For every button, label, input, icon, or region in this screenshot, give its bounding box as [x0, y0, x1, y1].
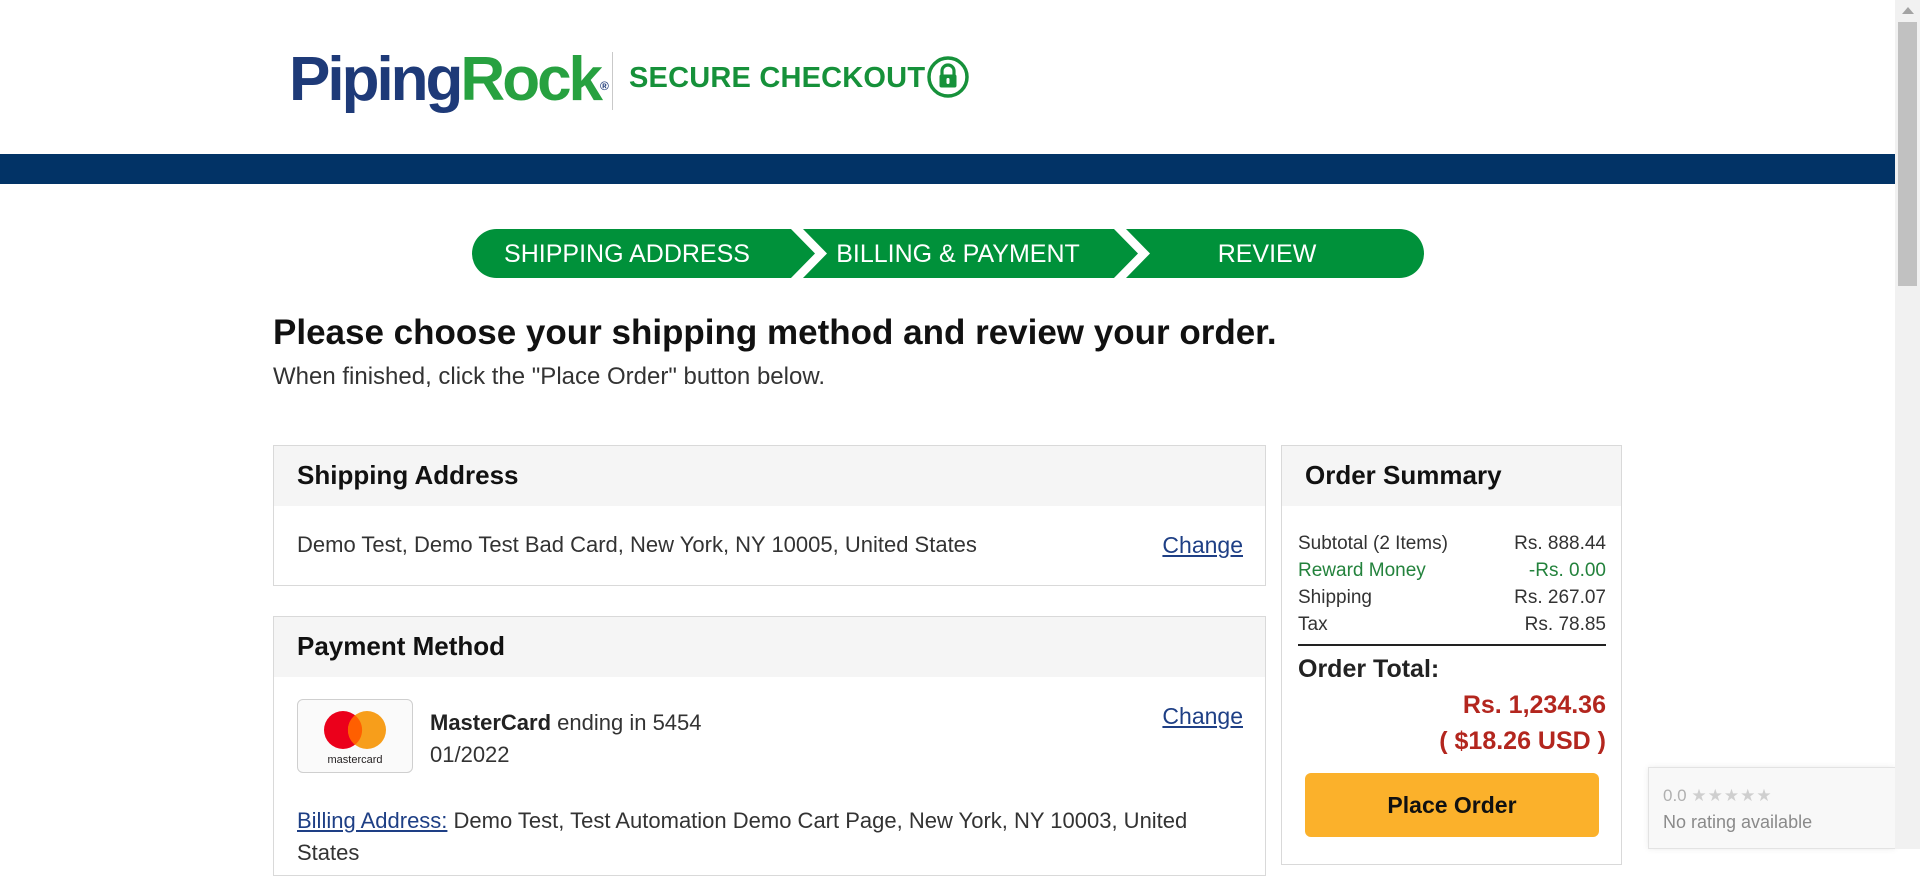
lock-icon: [927, 56, 969, 98]
step-billing-payment: BILLING & PAYMENT: [836, 240, 1080, 268]
page-scrollbar[interactable]: [1895, 0, 1920, 849]
order-total-usd: ( $18.26 USD ): [1439, 727, 1606, 755]
order-summary-heading: Order Summary: [1282, 446, 1621, 506]
summary-value: Rs. 78.85: [1524, 614, 1606, 635]
logo-piping-text: Piping: [289, 45, 463, 114]
page-title: Please choose your shipping method and r…: [273, 313, 1277, 352]
payment-method-card: Payment Method mastercard MasterCard end…: [273, 616, 1266, 876]
page-subtitle: When finished, click the "Place Order" b…: [273, 363, 825, 390]
summary-label: Tax: [1298, 614, 1328, 635]
payment-change-link[interactable]: Change: [1162, 703, 1243, 730]
summary-value: Rs. 267.07: [1514, 587, 1606, 608]
payment-method-heading: Payment Method: [274, 617, 1265, 677]
header-divider: [612, 52, 613, 110]
site-header: PipingRock® SECURE CHECKOUT: [0, 0, 1895, 154]
logo-registered-mark: ®: [600, 79, 609, 93]
rating-status-text: No rating available: [1663, 812, 1813, 832]
billing-address-link[interactable]: Billing Address:: [297, 808, 447, 833]
shipping-change-link[interactable]: Change: [1162, 532, 1243, 559]
star-icon: ★★★★★: [1691, 786, 1773, 805]
header-nav-bar: [0, 154, 1895, 184]
summary-row-reward-money: Reward Money -Rs. 0.00: [1298, 557, 1606, 584]
scrollbar-thumb[interactable]: [1898, 22, 1917, 286]
card-expiry: 01/2022: [430, 742, 510, 767]
card-ending: ending in 5454: [551, 710, 702, 735]
order-total-value: Rs. 1,234.36: [1462, 691, 1606, 719]
summary-value: -Rs. 0.00: [1528, 560, 1606, 581]
summary-label: Subtotal (2 Items): [1298, 533, 1448, 554]
summary-row-shipping: Shipping Rs. 267.07: [1298, 584, 1606, 611]
summary-label: Reward Money: [1298, 560, 1426, 581]
order-total-label: Order Total:: [1298, 655, 1440, 683]
place-order-button[interactable]: Place Order: [1305, 773, 1599, 837]
piping-rock-logo[interactable]: PipingRock®: [289, 44, 609, 116]
shipping-address-text: Demo Test, Demo Test Bad Card, New York,…: [297, 532, 977, 557]
rating-widget[interactable]: 0.0 ★★★★★ No rating available: [1648, 767, 1895, 849]
mastercard-icon: mastercard: [324, 711, 386, 766]
payment-card-info: MasterCard ending in 5454 01/2022: [430, 707, 702, 771]
card-brand: MasterCard: [430, 710, 552, 735]
step-shipping-address: SHIPPING ADDRESS: [504, 240, 750, 268]
shipping-address-card: Shipping Address Demo Test, Demo Test Ba…: [273, 445, 1266, 586]
summary-label: Shipping: [1298, 587, 1372, 608]
billing-address: Billing Address: Demo Test, Test Automat…: [297, 805, 1237, 869]
logo-rock-text: Rock: [460, 45, 603, 114]
mastercard-logo: mastercard: [297, 699, 413, 773]
mastercard-logo-text: mastercard: [327, 754, 382, 766]
scroll-up-arrow-icon[interactable]: [1902, 7, 1914, 14]
step-review: REVIEW: [1218, 240, 1317, 268]
step-billing-payment-label: BILLING & PAYMENT: [836, 240, 1080, 268]
summary-value: Rs. 888.44: [1514, 533, 1606, 554]
rating-score: 0.0: [1663, 786, 1687, 805]
summary-divider: [1298, 644, 1606, 646]
order-summary-card: Order Summary Subtotal (2 Items) Rs. 888…: [1281, 445, 1622, 865]
step-review-label: REVIEW: [1218, 240, 1317, 268]
summary-row-tax: Tax Rs. 78.85: [1298, 611, 1606, 638]
order-summary-rows: Subtotal (2 Items) Rs. 888.44 Reward Mon…: [1298, 530, 1606, 646]
secure-checkout-label: SECURE CHECKOUT: [629, 62, 926, 94]
rating-score-line: 0.0 ★★★★★: [1663, 786, 1773, 806]
summary-row-subtotal: Subtotal (2 Items) Rs. 888.44: [1298, 530, 1606, 557]
checkout-progress-steps: SHIPPING ADDRESS BILLING & PAYMENT REVIE…: [472, 229, 1424, 278]
shipping-address-heading: Shipping Address: [274, 446, 1265, 506]
step-shipping-address-label: SHIPPING ADDRESS: [504, 240, 750, 268]
